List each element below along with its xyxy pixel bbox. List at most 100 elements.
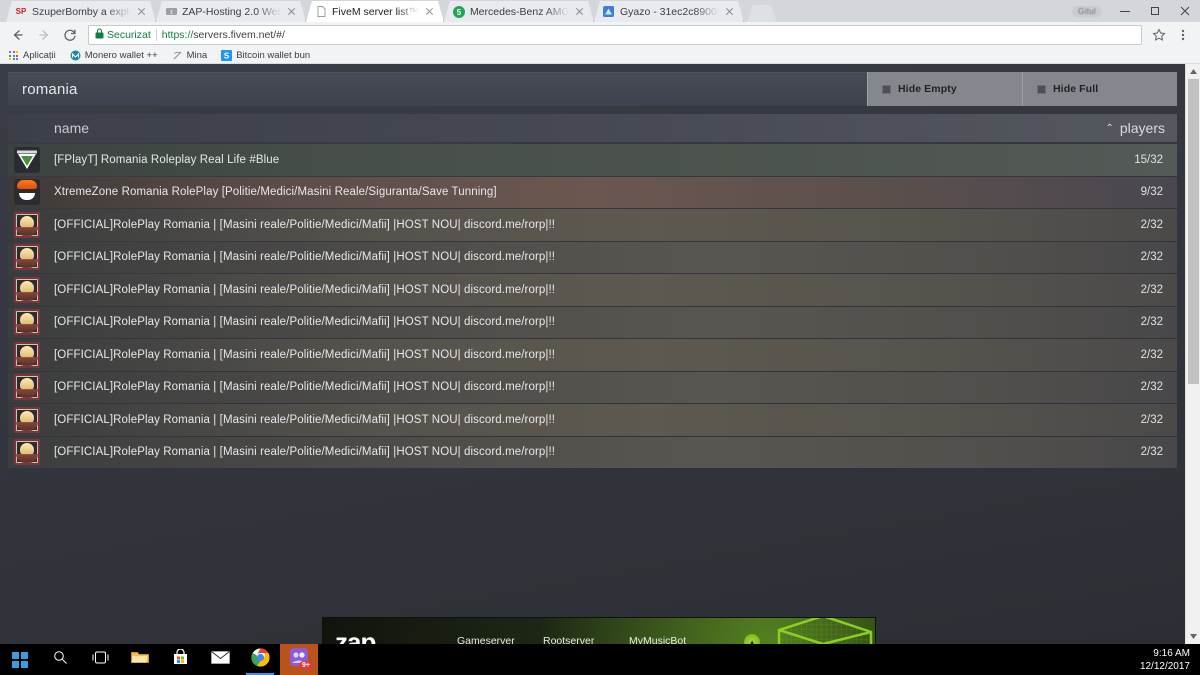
server-list: [FPlayT] Romania Roleplay Real Life #Blu… — [8, 144, 1177, 468]
table-row[interactable]: [OFFICIAL]RolePlay Romania | [Masini rea… — [8, 306, 1177, 338]
tab-fivem-server-list[interactable]: FiveM server list™ — [306, 1, 444, 22]
store-icon — [173, 648, 188, 670]
player-count: 2/32 — [1140, 218, 1163, 231]
table-row[interactable]: [OFFICIAL]RolePlay Romania | [Masini rea… — [8, 274, 1177, 306]
server-name: XtremeZone Romania RolePlay [Politie/Med… — [54, 186, 497, 199]
forward-arrow-icon — [32, 23, 56, 47]
banner-gameserver: Gameserver — [457, 635, 515, 644]
roleplay-avatar — [14, 374, 40, 401]
bookmark-apps[interactable]: Aplicații — [8, 50, 56, 61]
messaging-app-button[interactable]: 9+ — [280, 644, 318, 675]
new-tab-button[interactable] — [747, 5, 777, 22]
lock-icon — [95, 28, 104, 42]
banner-columns: Gameserver vServer Rootserver Teamspeak … — [457, 634, 783, 644]
close-icon[interactable] — [724, 6, 735, 17]
server-name: [OFFICIAL]RolePlay Romania | [Masini rea… — [54, 413, 556, 426]
checkbox-box — [882, 84, 891, 94]
player-count: 2/32 — [1140, 446, 1163, 459]
s-icon: S — [221, 50, 233, 61]
table-row[interactable]: [OFFICIAL]RolePlay Romania | [Masini rea… — [8, 436, 1177, 468]
close-icon[interactable] — [424, 6, 435, 17]
server-name: [FPlayT] Romania Roleplay Real Life #Blu… — [54, 153, 280, 166]
address-bar[interactable]: Securizat https://servers.fivem.net/#/ — [88, 25, 1142, 45]
green-cube-graphic — [777, 618, 873, 644]
tab-strip: SP SzuperBomby a exploata z ZAP-Hosting … — [0, 0, 1200, 22]
tab-mercedes-benz[interactable]: 5 Mercedes-Benz AMG Vis — [444, 1, 594, 22]
search-value: romania — [22, 80, 78, 98]
table-row[interactable]: [OFFICIAL]RolePlay Romania | [Masini rea… — [8, 404, 1177, 436]
table-row[interactable]: [OFFICIAL]RolePlay Romania | [Masini rea… — [8, 241, 1177, 273]
scroll-down-arrow-icon[interactable] — [1186, 629, 1200, 644]
zap-hosting-banner[interactable]: zap HOSTING Gameserver vServer Rootserve… — [322, 617, 876, 644]
star-icon[interactable] — [1148, 24, 1170, 46]
apps-grid-icon — [8, 50, 19, 61]
close-icon[interactable] — [136, 6, 147, 17]
column-header-players-label: players — [1119, 120, 1165, 136]
tab-szuperbomby[interactable]: SP SzuperBomby a exploata — [6, 1, 156, 22]
table-row[interactable]: [OFFICIAL]RolePlay Romania | [Masini rea… — [8, 339, 1177, 371]
page-viewport: romania Hide Empty Hide Full name ⌃ play… — [0, 64, 1200, 644]
filter-group: Hide Empty Hide Full — [867, 72, 1177, 106]
tab-title: FiveM server list™ — [332, 5, 419, 18]
server-name: [OFFICIAL]RolePlay Romania | [Masini rea… — [54, 446, 556, 459]
bookmark-bitcoin-wallet[interactable]: S Bitcoin wallet bun — [221, 50, 310, 61]
table-row[interactable]: [OFFICIAL]RolePlay Romania | [Masini rea… — [8, 209, 1177, 241]
search-button[interactable] — [40, 644, 80, 675]
player-count: 9/32 — [1140, 186, 1163, 199]
maximize-icon[interactable] — [1140, 0, 1170, 22]
roleplay-avatar — [14, 439, 40, 466]
microsoft-store-button[interactable] — [160, 644, 200, 675]
player-count: 2/32 — [1140, 348, 1163, 361]
windows-logo-icon — [12, 651, 28, 668]
tab-favicon-sp: SP — [15, 6, 27, 16]
start-button[interactable] — [0, 644, 40, 675]
server-name: [OFFICIAL]RolePlay Romania | [Masini rea… — [54, 348, 556, 361]
mail-button[interactable] — [200, 644, 240, 675]
bookmark-mina[interactable]: Mina — [172, 50, 207, 61]
bookmark-label: Monero wallet ++ — [84, 50, 158, 61]
security-indicator: Securizat — [95, 28, 151, 42]
clock-time: 9:16 AM — [1153, 647, 1190, 659]
scroll-up-arrow-icon[interactable] — [1186, 64, 1200, 79]
close-icon[interactable] — [286, 6, 297, 17]
tab-gyazo[interactable]: Gyazo - 31ec2c890090c0 — [594, 1, 744, 22]
url-scheme: https:// — [161, 29, 194, 41]
chrome-button[interactable] — [240, 644, 280, 675]
bookmark-monero-wallet[interactable]: Monero wallet ++ — [70, 50, 158, 61]
chrome-browser-window: SP SzuperBomby a exploata z ZAP-Hosting … — [0, 0, 1200, 675]
user-profile-chip[interactable]: Gitul — [1072, 5, 1102, 17]
clock-date: 12/12/2017 — [1139, 660, 1190, 672]
file-explorer-button[interactable] — [120, 644, 160, 675]
bookmarks-bar: Aplicații Monero wallet ++ Mina S Bitcoi… — [0, 48, 1200, 64]
server-name: [OFFICIAL]RolePlay Romania | [Masini rea… — [54, 381, 556, 394]
banner-column-1: Gameserver vServer — [457, 635, 543, 644]
hide-empty-checkbox[interactable]: Hide Empty — [867, 72, 1022, 106]
window-controls: Gitul — [1072, 0, 1200, 22]
minimize-icon[interactable] — [1110, 0, 1140, 22]
tab-zap-hosting[interactable]: z ZAP-Hosting 2.0 Webinte — [156, 1, 306, 22]
notification-badge: 9+ — [299, 661, 313, 670]
column-header-name[interactable]: name — [8, 120, 89, 136]
back-arrow-icon[interactable] — [6, 23, 30, 47]
zap-brand: zap — [335, 627, 376, 644]
page-scrollbar[interactable] — [1185, 64, 1200, 644]
scrollbar-thumb[interactable] — [1188, 79, 1199, 384]
table-row[interactable]: [OFFICIAL]RolePlay Romania | [Masini rea… — [8, 371, 1177, 403]
table-row[interactable]: [FPlayT] Romania Roleplay Real Life #Blu… — [8, 144, 1177, 176]
reload-icon[interactable] — [58, 23, 82, 47]
column-header-players[interactable]: ⌃ players — [1105, 120, 1177, 136]
zap-logo: zap HOSTING — [335, 627, 443, 644]
tab-favicon-5: 5 — [453, 6, 465, 18]
close-icon[interactable] — [574, 6, 585, 17]
table-row[interactable]: XtremeZone Romania RolePlay [Politie/Med… — [8, 176, 1177, 208]
search-input[interactable]: romania — [8, 72, 867, 106]
pickaxe-icon — [172, 50, 183, 61]
close-icon[interactable] — [1170, 0, 1200, 22]
task-view-button[interactable] — [80, 644, 120, 675]
three-dot-menu-icon[interactable] — [1172, 24, 1194, 46]
hide-full-checkbox[interactable]: Hide Full — [1022, 72, 1177, 106]
taskbar-clock[interactable]: 9:16 AM 12/12/2017 — [1140, 647, 1190, 673]
player-count: 15/32 — [1134, 153, 1163, 166]
tab-title: SzuperBomby a exploata — [32, 5, 129, 18]
chrome-icon — [251, 648, 270, 672]
